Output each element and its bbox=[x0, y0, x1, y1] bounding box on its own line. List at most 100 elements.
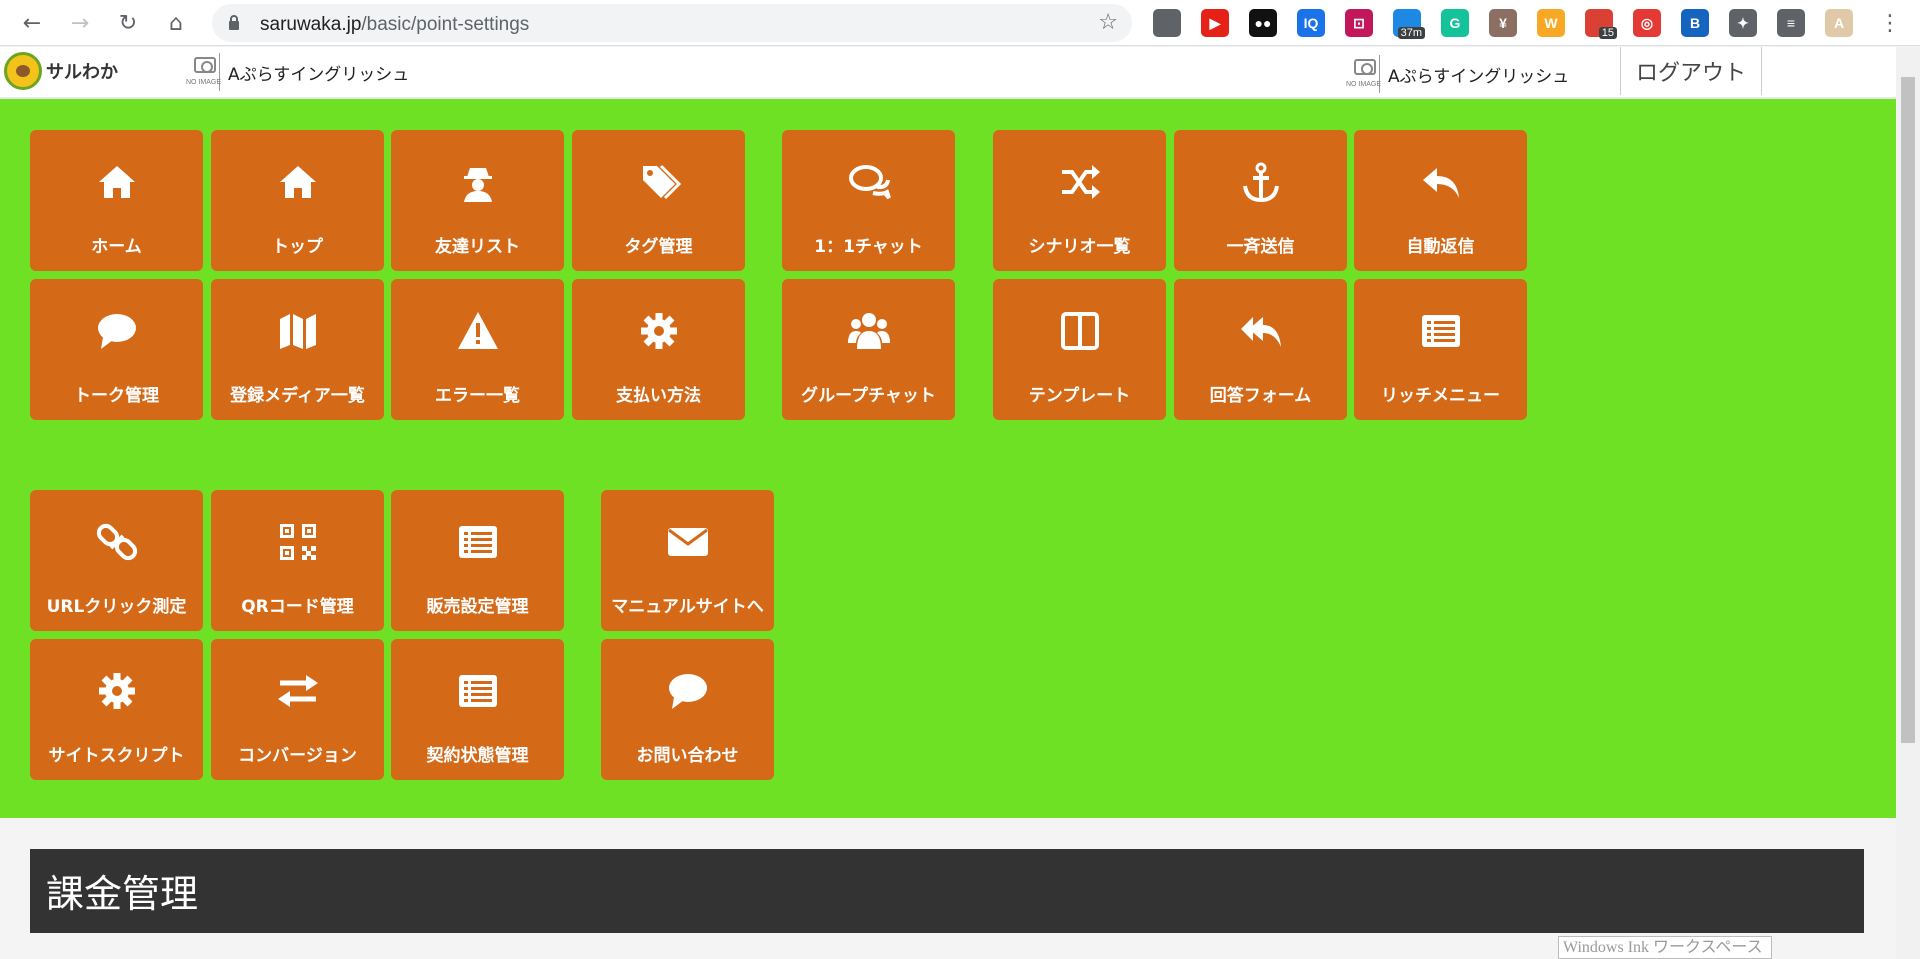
menu-tile-12[interactable]: グループチャット bbox=[782, 279, 955, 420]
extension-glyph: ◎ bbox=[1640, 14, 1654, 31]
map-icon bbox=[279, 314, 316, 349]
menu-tile-7[interactable]: 自動返信 bbox=[1354, 130, 1527, 271]
columns-icon bbox=[1060, 312, 1099, 350]
home-nav-icon[interactable]: ⌂ bbox=[160, 7, 192, 39]
menu-tile-label: 契約状態管理 bbox=[426, 746, 529, 766]
scrollbar[interactable] bbox=[1896, 47, 1920, 959]
clipper-ext-icon[interactable]: ⊡ bbox=[1345, 9, 1373, 37]
menu-tile-8[interactable]: トーク管理 bbox=[30, 279, 203, 420]
menu-tile-5[interactable]: シナリオ一覧 bbox=[993, 130, 1166, 271]
menu-tile-label: URLクリック測定 bbox=[46, 597, 187, 617]
menu-tile-6[interactable]: 一斉送信 bbox=[1174, 130, 1347, 271]
menu-tile-label: タグ管理 bbox=[624, 237, 693, 257]
exchange-icon bbox=[277, 675, 318, 707]
menu-tile-label: 一斉送信 bbox=[1226, 237, 1295, 257]
logo-text: サルわか bbox=[46, 62, 118, 82]
grammarly-ext-icon[interactable]: G bbox=[1441, 9, 1469, 37]
bookmark-star-icon[interactable]: ☆ bbox=[1098, 10, 1118, 35]
menu-tile-label: QRコード管理 bbox=[241, 597, 354, 617]
no-image-avatar: NO IMAGE bbox=[186, 53, 221, 91]
extension-glyph: ⊡ bbox=[1353, 14, 1365, 31]
menu-tile-label: 回答フォーム bbox=[1209, 386, 1312, 406]
list-alt-icon bbox=[1421, 315, 1460, 347]
lock-icon bbox=[229, 15, 239, 30]
menu-tile-9[interactable]: 登録メディア一覧 bbox=[211, 279, 384, 420]
account-left: NO IMAGE Aぷらすイングリッシュ bbox=[186, 53, 409, 91]
qrcode-icon bbox=[279, 524, 316, 560]
scroll-thumb[interactable] bbox=[1901, 77, 1915, 743]
menu-tile-17[interactable]: QRコード管理 bbox=[211, 490, 384, 631]
menu-tile-14[interactable]: 回答フォーム bbox=[1174, 279, 1347, 420]
list-alt-icon bbox=[458, 675, 497, 707]
menu-tile-3[interactable]: タグ管理 bbox=[572, 130, 745, 271]
extension-glyph: ●● bbox=[1254, 15, 1272, 31]
extension-glyph: ≡ bbox=[1786, 15, 1796, 31]
extension-glyph: W bbox=[1544, 15, 1558, 31]
menu-tile-0[interactable]: ホーム bbox=[30, 130, 203, 271]
home-icon bbox=[279, 166, 316, 198]
queue-ext-icon[interactable]: ≡ bbox=[1777, 9, 1805, 37]
forward-icon[interactable]: → bbox=[64, 7, 96, 39]
menu-tile-2[interactable]: 友達リスト bbox=[391, 130, 564, 271]
menu-tile-label: 販売設定管理 bbox=[426, 597, 529, 617]
user-secret-icon bbox=[463, 168, 492, 202]
account-name: Aぷらすイングリッシュ bbox=[1388, 66, 1570, 87]
list-alt-icon bbox=[458, 526, 497, 558]
profile-ext-icon[interactable]: A bbox=[1825, 9, 1853, 37]
menu-tile-18[interactable]: 販売設定管理 bbox=[391, 490, 564, 631]
reply-icon bbox=[1422, 168, 1459, 198]
account-name: Aぷらすイングリッシュ bbox=[228, 64, 410, 85]
extension-badge: 37m bbox=[1397, 27, 1425, 39]
extension-glyph: ✦ bbox=[1737, 14, 1749, 31]
menu-tile-23[interactable]: お問い合わせ bbox=[601, 639, 774, 780]
youtube-ext-icon[interactable]: ▶ bbox=[1201, 9, 1229, 37]
camera-ext-icon[interactable] bbox=[1153, 9, 1181, 37]
menu-tile-1[interactable]: トップ bbox=[211, 130, 384, 271]
menu-tile-13[interactable]: テンプレート bbox=[993, 279, 1166, 420]
cog-icon bbox=[640, 313, 677, 349]
iq-ext-icon[interactable]: IQ bbox=[1297, 9, 1325, 37]
camera-icon bbox=[1354, 59, 1376, 75]
w-ext-icon[interactable]: W bbox=[1537, 9, 1565, 37]
tags-icon bbox=[642, 164, 681, 200]
todo-ext-icon[interactable]: 15 bbox=[1585, 9, 1617, 39]
section-title: 課金管理 bbox=[46, 872, 199, 916]
menu-tile-22[interactable]: 契約状態管理 bbox=[391, 639, 564, 780]
comment-icon bbox=[97, 314, 136, 349]
menu-tile-4[interactable]: 1：1チャット bbox=[782, 130, 955, 271]
address-bar[interactable]: saruwaka.jp/basic/point-settings ☆ bbox=[212, 4, 1132, 42]
spiral-ext-icon[interactable]: ◎ bbox=[1633, 9, 1661, 37]
menu-dots-icon[interactable]: ⋮ bbox=[1874, 7, 1906, 39]
menu-tile-19[interactable]: マニュアルサイトへ bbox=[601, 490, 774, 631]
section-header: 課金管理 bbox=[30, 849, 1864, 933]
logout-button[interactable]: ログアウト bbox=[1620, 47, 1762, 95]
menu-tile-20[interactable]: サイトスクリプト bbox=[30, 639, 203, 780]
back-icon[interactable]: ← bbox=[16, 7, 48, 39]
reload-icon[interactable]: ↻ bbox=[112, 7, 144, 39]
menu-tile-15[interactable]: リッチメニュー bbox=[1354, 279, 1527, 420]
timer-ext-icon[interactable]: 37m bbox=[1393, 9, 1425, 39]
b-ext-icon[interactable]: B bbox=[1681, 9, 1709, 37]
link-icon bbox=[96, 523, 137, 561]
cog-icon bbox=[98, 673, 135, 709]
no-image-avatar: NO IMAGE bbox=[1346, 55, 1381, 93]
menu-tile-10[interactable]: エラー一覧 bbox=[391, 279, 564, 420]
menu-tile-21[interactable]: コンバージョン bbox=[211, 639, 384, 780]
menu-tile-11[interactable]: 支払い方法 bbox=[572, 279, 745, 420]
extension-glyph: A bbox=[1833, 15, 1845, 31]
menu-panel: ホーム トップ 友達リスト タグ管理 1：1チャット シナリオ一覧 一斉送信 自動返信トーク管… bbox=[0, 99, 1896, 818]
menu-tile-label: エラー一覧 bbox=[435, 386, 520, 406]
puzzle-ext-icon[interactable]: ✦ bbox=[1729, 9, 1757, 37]
account-right[interactable]: NO IMAGE Aぷらすイングリッシュ bbox=[1346, 55, 1569, 93]
mask-ext-icon[interactable]: ●● bbox=[1249, 9, 1277, 37]
menu-tile-label: コンバージョン bbox=[238, 746, 357, 766]
menu-tile-16[interactable]: URLクリック測定 bbox=[30, 490, 203, 631]
menu-tile-label: 支払い方法 bbox=[616, 386, 701, 406]
yen-ext-icon[interactable]: ¥ bbox=[1489, 9, 1517, 37]
menu-tile-label: グループチャット bbox=[801, 386, 936, 406]
logo[interactable]: サルわか bbox=[4, 52, 118, 90]
browser-toolbar: ← → ↻ ⌂ saruwaka.jp/basic/point-settings… bbox=[0, 0, 1920, 46]
menu-tile-label: 自動返信 bbox=[1406, 237, 1475, 257]
home-icon bbox=[98, 166, 135, 198]
menu-tile-label: リッチメニュー bbox=[1381, 386, 1500, 406]
